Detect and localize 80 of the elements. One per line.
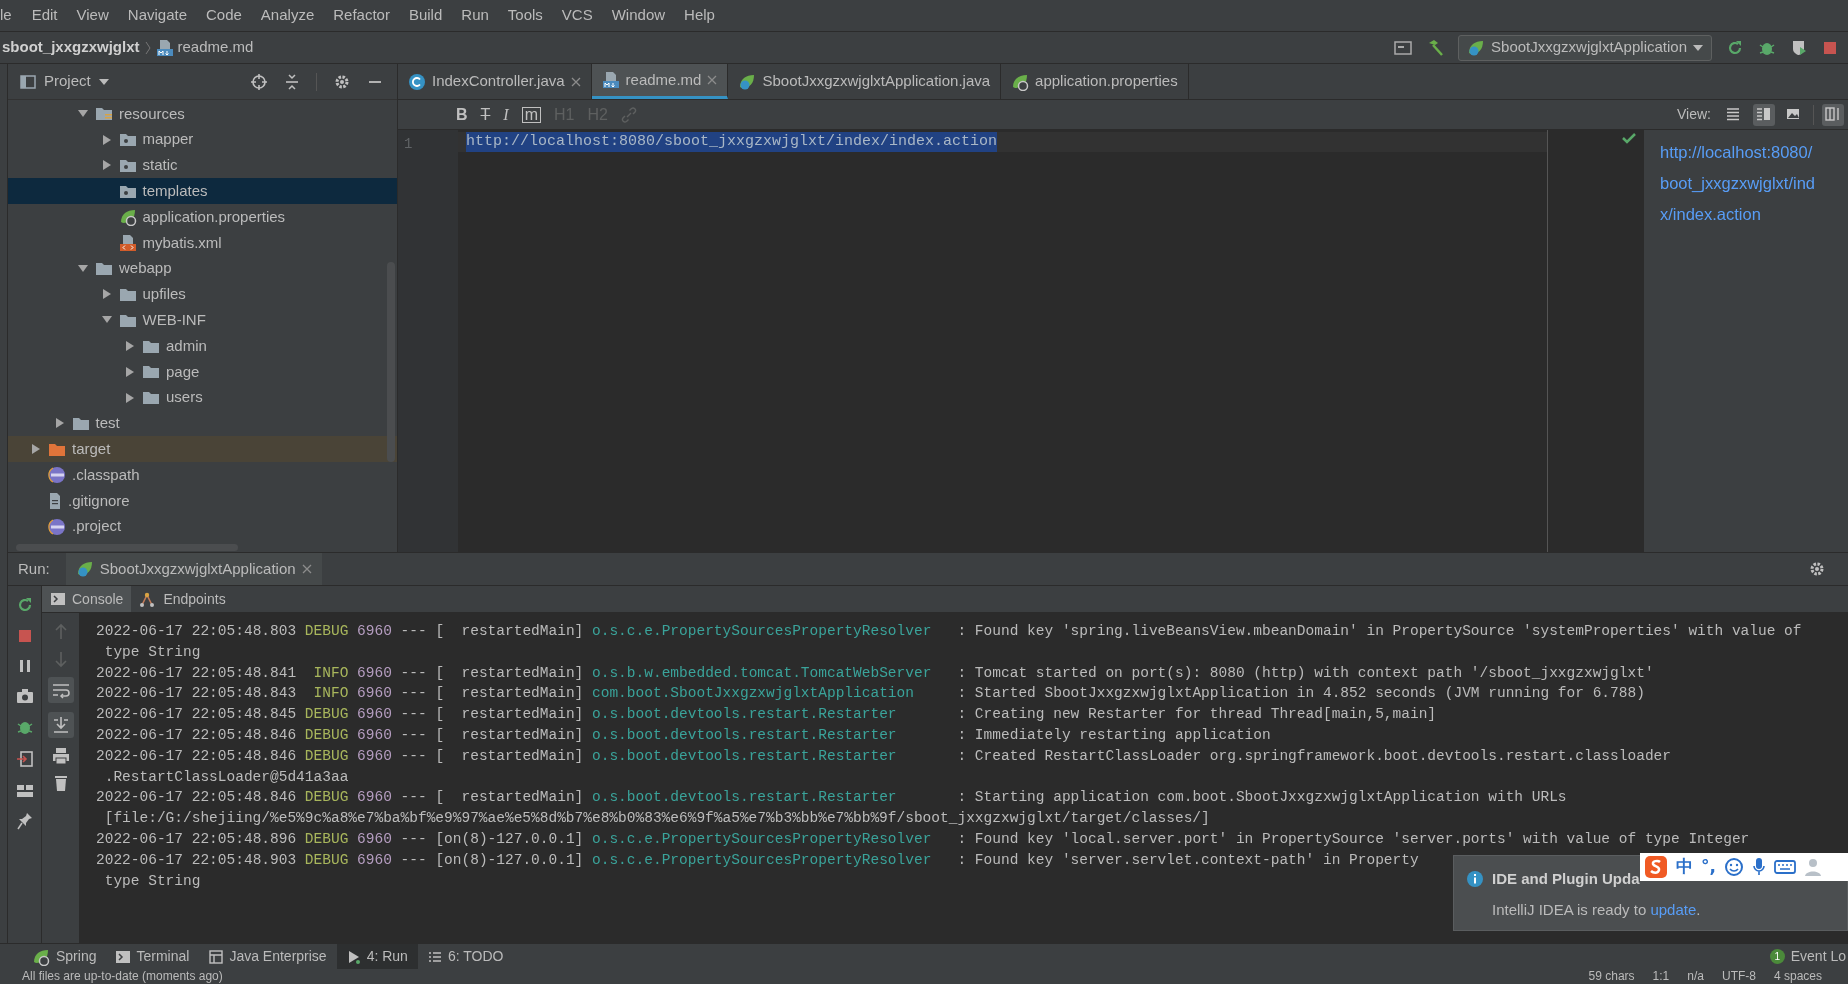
tree-item[interactable]: .project xyxy=(8,513,397,540)
tree-item[interactable]: admin xyxy=(8,333,397,359)
tree-item[interactable]: mapper xyxy=(8,126,397,153)
tree-item[interactable]: application.properties xyxy=(8,204,397,230)
tree-item[interactable]: users xyxy=(8,384,397,411)
menu-item[interactable]: Edit xyxy=(25,4,64,27)
menu-item[interactable]: le xyxy=(0,4,26,27)
tree-item[interactable]: upfiles xyxy=(8,281,397,308)
status-message: All files are up-to-date (moments ago) xyxy=(22,969,223,984)
project-view-dropdown[interactable]: Project xyxy=(20,70,109,93)
run-configuration-dropdown[interactable]: SbootJxxgzxwjglxtApplication xyxy=(1458,34,1712,61)
run-tab[interactable]: SbootJxxgzxwjglxtApplication xyxy=(65,553,322,585)
tree-item[interactable]: mybatis.xml xyxy=(8,230,397,256)
menu-item[interactable]: Code xyxy=(200,4,248,27)
menu-item[interactable]: View xyxy=(70,4,115,27)
menu-item[interactable]: Analyze xyxy=(254,4,321,27)
update-link[interactable]: update xyxy=(1650,900,1697,918)
run-label: Run: xyxy=(17,558,51,579)
format-button[interactable]: T xyxy=(480,102,491,127)
format-button[interactable]: I xyxy=(503,102,509,127)
tree-item[interactable]: resources xyxy=(8,101,397,127)
console-tab[interactable]: Endpoints xyxy=(131,586,234,612)
notification-title: IDE and Plugin Upda xyxy=(1492,869,1640,889)
tool-window-button[interactable]: Terminal xyxy=(106,944,200,969)
tree-item[interactable]: webapp xyxy=(8,255,397,282)
tree-item[interactable]: .gitignore xyxy=(8,487,397,514)
menu-item[interactable]: Window xyxy=(605,4,672,27)
log-line: 2022-06-17 22:05:48.846 DEBUG 6960 --- [ restartedMain] o.s.boot.devtools.restart.Restarter : Immediately restarting application xyxy=(96,726,1271,745)
tree-item[interactable]: target xyxy=(8,436,397,463)
editor-tab[interactable]: SbootJxxgzxwjglxtApplication.java xyxy=(728,64,1002,99)
log-line: 2022-06-17 22:05:48.903 DEBUG 6960 --- [on(8)-127.0.0.1] o.s.c.e.PropertySourcesPropertyResolver : Found key 'server.servlet.context-path' in Property xyxy=(96,850,1419,870)
log-line: type String xyxy=(103,642,201,662)
breadcrumb[interactable]: readme.md xyxy=(177,36,254,59)
console-tab[interactable]: Console xyxy=(42,586,132,612)
notification-message: IntelliJ IDEA is ready to update. xyxy=(1491,899,1702,920)
ime-button[interactable]: 中 xyxy=(1676,854,1693,880)
tool-window-button[interactable]: Spring xyxy=(22,944,107,969)
log-line: 2022-06-17 22:05:48.843 INFO 6960 --- [ restartedMain] com.boot.SbootJxxgzxwjglxtApplication : Started SbootJxxgzxwjglxtApplication in 4.852 seconds (JVM running for 6.788) xyxy=(96,684,1645,704)
format-button[interactable]: B xyxy=(456,102,468,127)
format-button[interactable]: m xyxy=(521,106,541,123)
preview-text: http://localhost:8080/ xyxy=(1660,142,1814,163)
status-item[interactable]: 1:1 xyxy=(1652,969,1670,984)
status-item[interactable]: UTF-8 xyxy=(1721,969,1756,984)
menu-item[interactable]: Refactor xyxy=(327,4,396,27)
log-line: 2022-06-17 22:05:48.846 DEBUG 6960 --- [ restartedMain] o.s.boot.devtools.restart.Restarter : Starting application com.boot.SbootJxxgzxwjglxtApplication with URLs xyxy=(96,788,1567,808)
editor-tab[interactable]: readme.md xyxy=(591,64,729,99)
log-line: 2022-06-17 22:05:48.803 DEBUG 6960 --- [ restartedMain] o.s.c.e.PropertySourcesPropertyResolver : Found key 'spring.liveBeansView.mbeanDomain' in PropertySource 'systemProperties' with value of xyxy=(96,622,1802,641)
tree-item[interactable]: static xyxy=(8,152,397,179)
log-line: 2022-06-17 22:05:48.845 DEBUG 6960 --- [ restartedMain] o.s.boot.devtools.restart.Restarter : Creating new Restarter for thread Thread[main,5,main] xyxy=(96,705,1437,725)
tree-item[interactable]: .classpath xyxy=(8,462,397,488)
menu-item[interactable]: Tools xyxy=(501,4,549,27)
tool-window-button[interactable]: 6: TODO xyxy=(417,944,514,969)
breadcrumb[interactable]: sboot_jxxgzxwjglxt xyxy=(2,36,140,59)
preview-text: x/index.action xyxy=(1660,204,1762,225)
tool-window-button[interactable]: Java Enterprise xyxy=(199,944,337,969)
status-item[interactable]: 59 chars xyxy=(1588,969,1635,984)
status-item[interactable]: n/a xyxy=(1687,969,1704,984)
event-log-button[interactable]: 1 Event Lo xyxy=(1769,946,1848,967)
menu-item[interactable]: Run xyxy=(455,4,495,27)
log-line: 2022-06-17 22:05:48.896 DEBUG 6960 --- [on(8)-127.0.0.1] o.s.c.e.PropertySourcesPropertyResolver : Found key 'local.server.port' in PropertySource 'server.ports' with value of type Integer xyxy=(96,829,1750,849)
log-line: 2022-06-17 22:05:48.841 INFO 6960 --- [ restartedMain] o.s.b.w.embedded.tomcat.TomcatWebServer : Tomcat started on port(s): 8080 (http) with context path '/sboot_jxxgzxwjglxt' xyxy=(96,663,1654,683)
status-item[interactable]: 4 spaces xyxy=(1773,969,1822,984)
menu-item[interactable]: VCS xyxy=(555,4,599,27)
ime-button[interactable]: °, xyxy=(1701,854,1716,880)
tool-window-button[interactable]: 4: Run xyxy=(336,944,418,969)
menu-item[interactable]: Navigate xyxy=(121,4,193,27)
tree-item[interactable]: test xyxy=(8,410,397,437)
menu-item[interactable]: Help xyxy=(678,4,721,27)
editor-tab[interactable]: IndexController.java xyxy=(398,64,592,99)
log-line: [file:/G:/shejiing/%e5%9c%a8%e7%ba%bf%e9%97%ae%e5%8d%b7%e8%b0%83%e6%9f%a5%e7%b3%bb%e7%bb%9f/sboot_jxxgzxwjglxt/target/classes/] xyxy=(103,809,1210,829)
tree-item[interactable]: templates xyxy=(8,178,397,205)
tree-item[interactable]: page xyxy=(8,358,397,385)
preview-text: boot_jxxgzxwjglxt/ind xyxy=(1660,173,1816,194)
editor-tab[interactable]: application.properties xyxy=(1001,64,1189,99)
log-line: 2022-06-17 22:05:48.846 DEBUG 6960 --- [ restartedMain] o.s.boot.devtools.restart.Restarter : Created RestartClassLoader org.springframework.boot.devtools.restart.classloader xyxy=(96,746,1671,766)
log-line: type String xyxy=(103,871,201,891)
tree-item[interactable]: WEB-INF xyxy=(8,307,397,334)
menu-item[interactable]: Build xyxy=(402,4,449,27)
view-label: View: xyxy=(1677,105,1711,124)
log-line: .RestartClassLoader@5d41a3aa xyxy=(103,767,349,787)
